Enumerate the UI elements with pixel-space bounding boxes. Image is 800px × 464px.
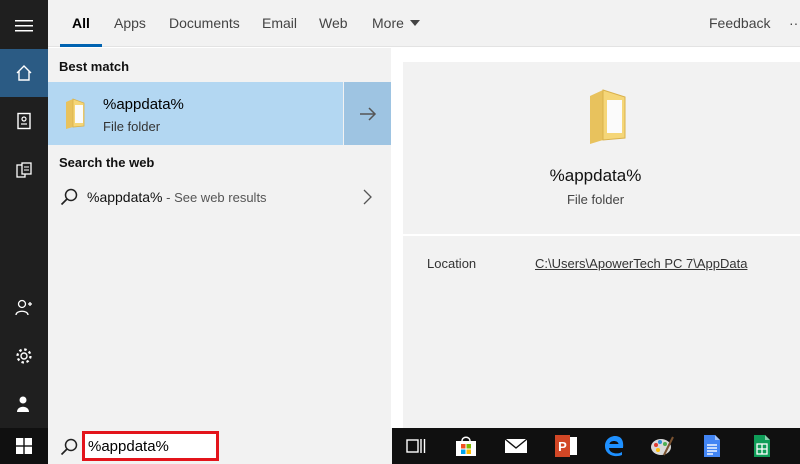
left-rail bbox=[0, 0, 48, 428]
feedback-person-icon bbox=[17, 396, 29, 412]
preview-pane: %appdata% File folder Location C:\Users\… bbox=[403, 62, 800, 428]
preview-header: %appdata% File folder bbox=[403, 62, 800, 234]
sheets-button[interactable] bbox=[738, 428, 786, 464]
add-user-button[interactable] bbox=[0, 284, 48, 332]
tab-all[interactable]: All bbox=[60, 0, 102, 47]
large-folder-icon bbox=[590, 89, 626, 144]
notebook-button[interactable] bbox=[0, 97, 48, 145]
tab-more-label: More bbox=[372, 15, 404, 31]
tab-apps[interactable]: Apps bbox=[114, 0, 146, 47]
taskbar: P bbox=[392, 428, 800, 464]
menu-button[interactable] bbox=[0, 2, 48, 50]
tab-email[interactable]: Email bbox=[262, 0, 297, 47]
tab-web[interactable]: Web bbox=[319, 0, 348, 47]
store-icon bbox=[456, 436, 476, 456]
open-arrow-button[interactable] bbox=[343, 82, 391, 145]
docs-button[interactable] bbox=[688, 428, 736, 464]
notebook-icon bbox=[17, 112, 31, 130]
best-match-subtitle: File folder bbox=[103, 119, 161, 134]
search-window: All Apps Documents Email Web More Feedba… bbox=[0, 0, 800, 464]
paint-icon bbox=[651, 436, 674, 456]
powerpoint-icon: P bbox=[555, 435, 577, 457]
preview-title: %appdata% bbox=[549, 166, 642, 185]
docs-icon bbox=[704, 435, 720, 457]
svg-text:P: P bbox=[558, 439, 567, 454]
web-result-hint: - See web results bbox=[162, 190, 267, 205]
chevron-down-icon bbox=[409, 20, 420, 26]
feedback-link[interactable]: Feedback bbox=[709, 0, 770, 47]
powerpoint-button[interactable]: P bbox=[542, 428, 590, 464]
chevron-right-icon bbox=[363, 189, 372, 205]
best-match-title: %appdata% bbox=[103, 96, 184, 113]
search-box-icon-wrap bbox=[60, 438, 78, 461]
task-view-button[interactable] bbox=[392, 428, 440, 464]
settings-button[interactable] bbox=[0, 332, 48, 380]
hamburger-icon bbox=[15, 20, 33, 32]
best-match-main[interactable]: %appdata% File folder bbox=[48, 82, 342, 145]
search-icon bbox=[60, 188, 78, 206]
home-button[interactable] bbox=[0, 49, 48, 97]
tab-documents[interactable]: Documents bbox=[169, 0, 240, 47]
tab-more[interactable]: More bbox=[372, 0, 420, 47]
home-icon bbox=[16, 65, 32, 81]
web-result-query: %appdata% bbox=[87, 189, 163, 205]
paint-button[interactable] bbox=[638, 428, 686, 464]
preview-subtitle: File folder bbox=[566, 192, 625, 207]
best-match-item[interactable]: %appdata% File folder bbox=[48, 82, 391, 145]
start-button[interactable] bbox=[0, 428, 48, 464]
folder-icon bbox=[66, 98, 85, 129]
web-result-text: %appdata% - See web results bbox=[87, 189, 267, 205]
edge-icon bbox=[605, 436, 624, 457]
arrow-right-icon bbox=[359, 106, 376, 121]
web-result-item[interactable]: %appdata% - See web results bbox=[48, 178, 391, 216]
search-web-header: Search the web bbox=[59, 155, 155, 170]
documents-icon bbox=[16, 162, 32, 178]
best-match-header: Best match bbox=[59, 59, 130, 74]
store-button[interactable] bbox=[442, 428, 490, 464]
task-view-icon bbox=[406, 439, 426, 453]
edge-button[interactable] bbox=[590, 428, 638, 464]
filter-tabs: All Apps Documents Email Web More Feedba… bbox=[48, 0, 800, 47]
sheets-icon bbox=[754, 435, 770, 457]
location-link[interactable]: C:\Users\ApowerTech PC 7\AppData bbox=[535, 256, 747, 271]
location-label: Location bbox=[427, 256, 477, 271]
feedback-person-button[interactable] bbox=[0, 380, 48, 428]
results-pane: Best match %appdata% File folder Search bbox=[48, 48, 391, 428]
windows-logo-icon bbox=[16, 438, 32, 454]
mail-icon bbox=[504, 438, 528, 453]
mail-button[interactable] bbox=[492, 428, 540, 464]
documents-button[interactable] bbox=[0, 146, 48, 194]
gear-icon bbox=[16, 348, 32, 364]
preview-divider bbox=[403, 234, 800, 236]
add-user-icon bbox=[15, 299, 32, 316]
more-options-button[interactable]: ··· bbox=[789, 0, 800, 47]
search-box bbox=[48, 428, 392, 464]
search-input[interactable] bbox=[82, 431, 219, 461]
search-icon bbox=[60, 438, 78, 456]
